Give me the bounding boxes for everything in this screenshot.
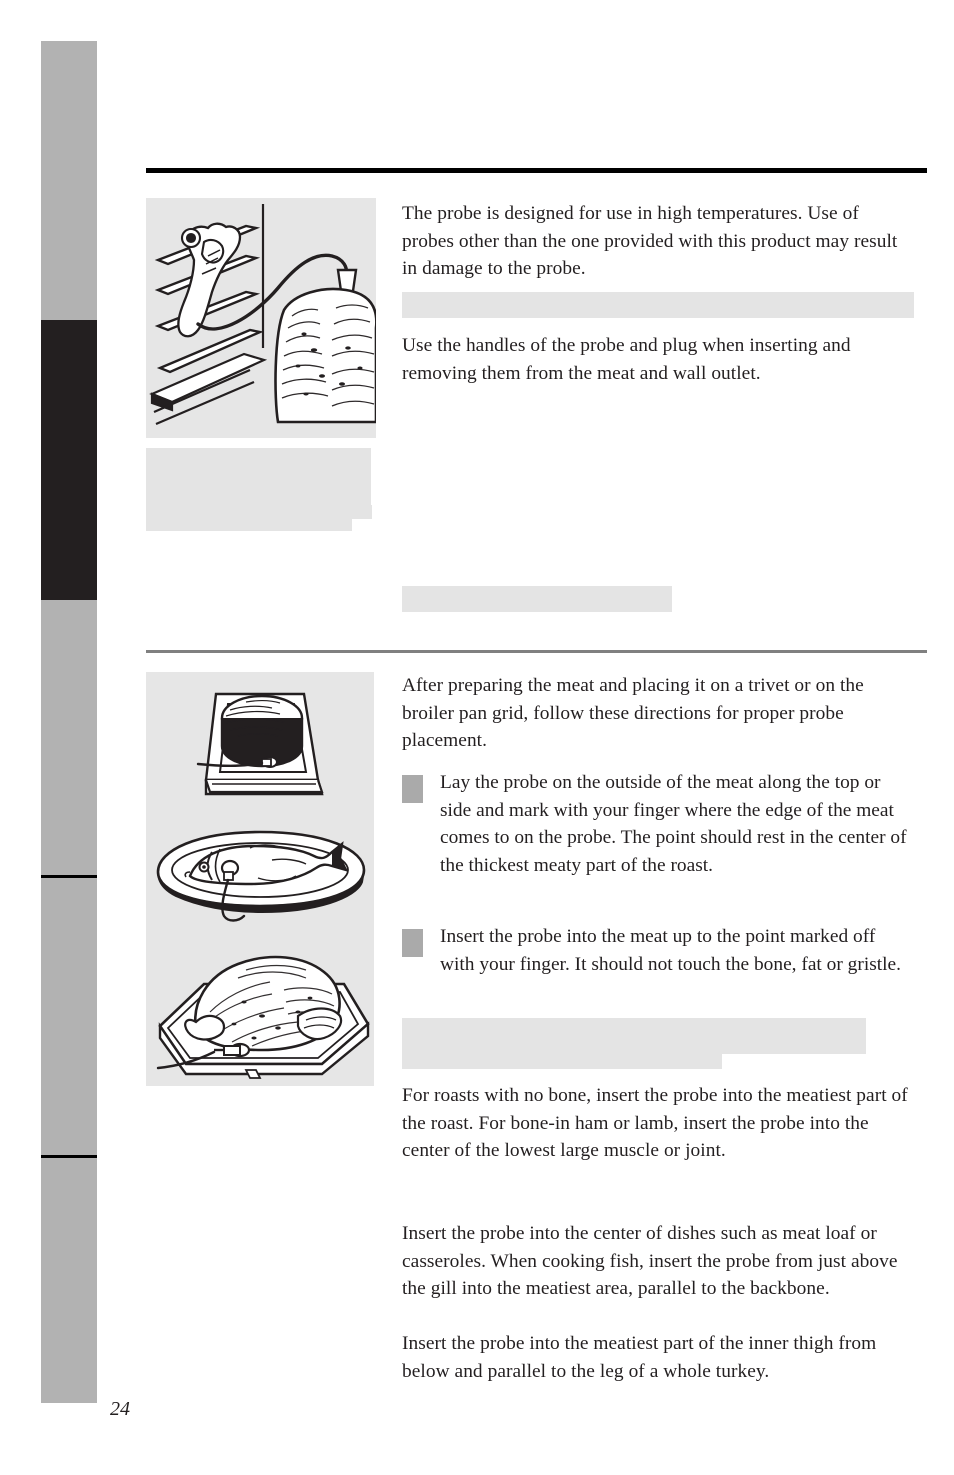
casserole-dish-with-probe xyxy=(196,692,324,796)
tab-segment-3 xyxy=(41,600,97,875)
paragraph-roasts-no-bone: For roasts with no bone, insert the prob… xyxy=(402,1085,908,1161)
tab-segment-1 xyxy=(41,41,97,320)
bullet-item-lay-probe-text: Lay the probe on the outside of the meat… xyxy=(440,772,907,876)
paragraph-probe-handles: Use the handles of the probe and plug wh… xyxy=(402,335,851,384)
bullet-item-insert-probe: Insert the probe into the meat up to the… xyxy=(402,923,914,978)
probe-placement-illustrations xyxy=(146,672,374,1086)
bullet-marker-icon xyxy=(402,775,423,803)
section-rule-middle xyxy=(146,650,927,653)
paragraph-probe-high-temperature: The probe is designed for use in high te… xyxy=(402,203,898,279)
redaction-figure-caption-1c xyxy=(256,505,372,519)
tab-segment-5 xyxy=(41,1158,97,1403)
bullet-item-insert-probe-text: Insert the probe into the meat up to the… xyxy=(440,926,901,975)
redaction-caution-bar xyxy=(402,292,914,318)
paragraph-probe-placement-intro: After preparing the meat and placing it … xyxy=(402,675,864,751)
paragraph-turkey-thigh: Insert the probe into the meatiest part … xyxy=(402,1333,877,1382)
probe-insertion-oven-illustration xyxy=(146,198,376,438)
paragraph-casseroles-fish: Insert the probe into the center of dish… xyxy=(402,1223,898,1299)
manual-page: The probe is designed for use in high te… xyxy=(0,0,954,1475)
redaction-note-line-2 xyxy=(402,1018,722,1069)
tab-segment-2 xyxy=(41,320,97,600)
bullet-marker-icon xyxy=(402,929,423,957)
redaction-subheading xyxy=(402,586,672,612)
page-number: 24 xyxy=(110,1398,130,1420)
section-tab-strip xyxy=(41,41,97,1403)
section-rule-top xyxy=(146,168,927,173)
bullet-item-lay-probe: Lay the probe on the outside of the meat… xyxy=(402,769,914,879)
tab-segment-4 xyxy=(41,878,97,1155)
